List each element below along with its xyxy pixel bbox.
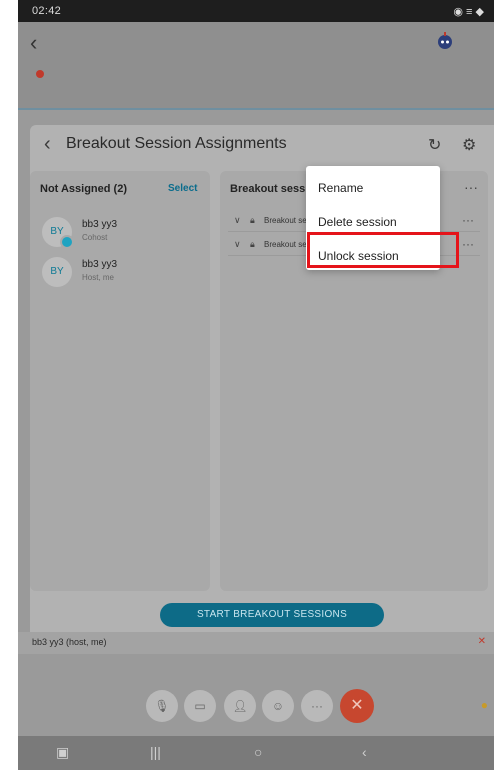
participant-role: Host, me [82, 273, 115, 282]
back-icon[interactable]: ‹ [44, 133, 51, 156]
page-title: Breakout Session Assignments [66, 135, 287, 152]
participant-name: bb3 yy3 [82, 259, 118, 270]
screenshot-icon[interactable]: ▣ [56, 744, 69, 761]
cohost-badge-icon [60, 235, 74, 249]
status-time: 02:42 [32, 5, 62, 17]
mic-muted-icon: ✕ [477, 636, 486, 647]
recording-indicator-icon [36, 70, 44, 78]
divider [18, 108, 494, 110]
refresh-icon[interactable]: ↻ [428, 135, 441, 155]
raise-hand-icon[interactable]: ● [481, 698, 488, 712]
avatar: BY [42, 257, 72, 287]
sheet-header: ‹ Breakout Session Assignments ↻ ⚙ [30, 125, 494, 165]
phone-screen: 02:42 ◉ ≡ ◆ ‹ ‹ Breakout Session Assignm… [18, 0, 494, 770]
participant-item[interactable]: BY bb3 yy3 Cohost [42, 217, 202, 249]
highlight-box [307, 232, 459, 268]
assistant-icon[interactable] [436, 32, 454, 50]
chevron-down-icon[interactable]: ∨ [234, 239, 241, 250]
start-breakout-button[interactable]: START BREAKOUT SESSIONS [160, 603, 384, 627]
status-indicators: ◉ ≡ ◆ [453, 6, 484, 18]
nav-back-icon[interactable]: ‹ [362, 744, 367, 760]
participant-role: Cohost [82, 233, 108, 242]
end-call-button[interactable]: ✕ [340, 689, 374, 723]
participants-icon[interactable]: 👤︎ [224, 690, 256, 722]
select-button[interactable]: Select [168, 183, 197, 194]
android-nav-bar: ▣ ||| ○ ‹ [18, 736, 494, 770]
menu-item-delete-session[interactable]: Delete session [318, 215, 397, 229]
more-icon[interactable]: ··· [464, 179, 478, 195]
more-icon[interactable]: ··· [462, 237, 474, 251]
menu-item-rename[interactable]: Rename [318, 181, 363, 195]
back-icon[interactable]: ‹ [30, 30, 37, 56]
recents-icon[interactable]: ||| [150, 744, 161, 760]
meeting-header [18, 22, 494, 110]
lock-icon: 🔒︎ [250, 215, 255, 225]
user-strip-name: bb3 yy3 (host, me) [32, 637, 107, 647]
call-controls: 🎙︎ ▭ 👤︎ ☺ ··· ✕ ● [18, 689, 494, 730]
user-strip: bb3 yy3 (host, me) ✕ [18, 632, 494, 654]
status-bar: 02:42 ◉ ≡ ◆ [18, 0, 494, 22]
more-icon[interactable]: ··· [301, 690, 333, 722]
participant-name: bb3 yy3 [82, 219, 118, 230]
not-assigned-title: Not Assigned (2) [40, 183, 127, 195]
reactions-icon[interactable]: ☺ [262, 690, 294, 722]
participant-item[interactable]: BY bb3 yy3 Host, me [42, 257, 202, 289]
mic-off-icon[interactable]: 🎙︎ [146, 690, 178, 722]
home-icon[interactable]: ○ [254, 744, 262, 760]
lock-icon: 🔒︎ [250, 239, 255, 249]
video-off-icon[interactable]: ▭ [184, 690, 216, 722]
chevron-down-icon[interactable]: ∨ [234, 215, 241, 226]
gear-icon[interactable]: ⚙ [462, 135, 476, 155]
not-assigned-panel: Not Assigned (2) Select BY bb3 yy3 Cohos… [30, 171, 210, 591]
more-icon[interactable]: ··· [462, 213, 474, 227]
